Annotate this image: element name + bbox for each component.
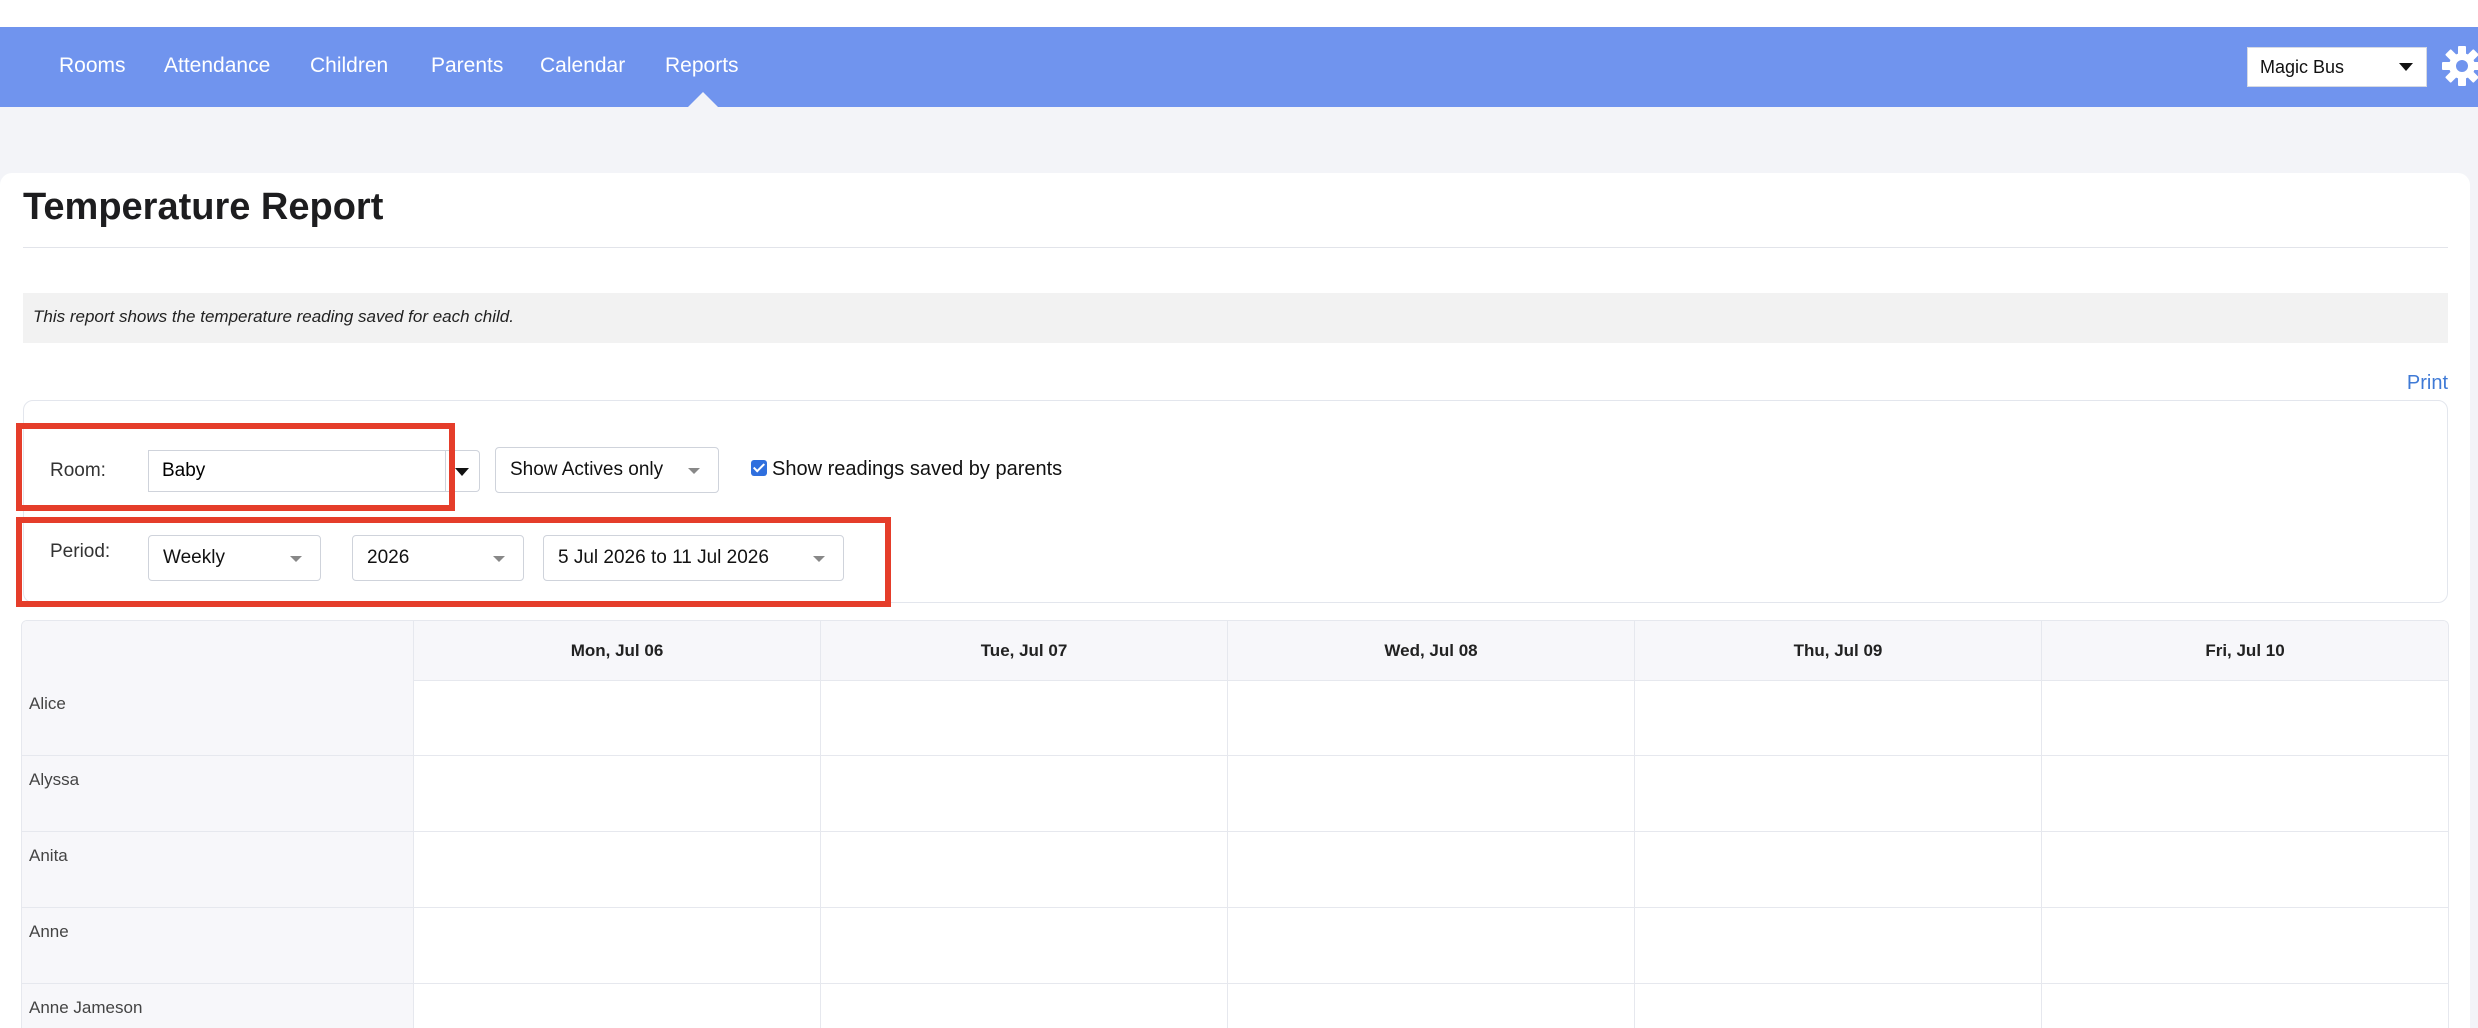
row-divider [22, 907, 2448, 908]
column-header: Fri, Jul 10 [2205, 641, 2285, 660]
child-name: Anne Jameson [29, 998, 143, 1017]
top-strip [0, 0, 2478, 27]
status-select-value: Show Actives only [510, 459, 664, 480]
child-name: Alyssa [29, 770, 80, 789]
period-highlight-box [16, 517, 891, 607]
title-divider [23, 247, 2448, 248]
caret-down-icon [2399, 63, 2413, 71]
child-name: Anne [29, 922, 69, 941]
row-divider [22, 983, 2448, 984]
show-parent-readings-checkbox[interactable] [751, 460, 767, 476]
column-divider [820, 621, 821, 1028]
top-navbar: Rooms Attendance Children Parents Calend… [0, 27, 2478, 107]
room-highlight-box [16, 423, 455, 511]
child-name: Alice [29, 694, 66, 713]
print-link[interactable]: Print [2407, 372, 2448, 395]
nav-attendance[interactable]: Attendance [164, 27, 270, 107]
column-divider [413, 621, 414, 1028]
name-column [22, 680, 413, 1028]
child-name: Anita [29, 846, 68, 865]
nav-parents[interactable]: Parents [431, 27, 503, 107]
row-divider [22, 831, 2448, 832]
nav-children[interactable]: Children [310, 27, 388, 107]
column-divider [1634, 621, 1635, 1028]
caret-down-icon [455, 468, 469, 476]
active-nav-caret [688, 92, 718, 107]
nav-calendar[interactable]: Calendar [540, 27, 625, 107]
gear-icon[interactable] [2440, 44, 2478, 88]
column-divider [2041, 621, 2042, 1028]
organization-select[interactable]: Magic Bus [2247, 47, 2427, 87]
status-select[interactable]: Show Actives only [495, 447, 719, 493]
column-header: Thu, Jul 09 [1793, 641, 1883, 660]
nav-rooms[interactable]: Rooms [59, 27, 126, 107]
row-divider [22, 755, 2448, 756]
chevron-down-icon [688, 468, 700, 474]
show-parent-readings-label: Show readings saved by parents [772, 458, 1063, 480]
page-title: Temperature Report [23, 186, 384, 228]
column-header: Mon, Jul 06 [570, 641, 664, 660]
organization-select-value: Magic Bus [2260, 57, 2345, 77]
column-header: Tue, Jul 07 [980, 641, 1068, 660]
report-description: This report shows the temperature readin… [33, 307, 514, 326]
column-header: Wed, Jul 08 [1384, 641, 1478, 660]
column-divider [1227, 621, 1228, 1028]
temperature-table: Mon, Jul 06 Tue, Jul 07 Wed, Jul 08 Thu,… [21, 620, 2449, 1028]
